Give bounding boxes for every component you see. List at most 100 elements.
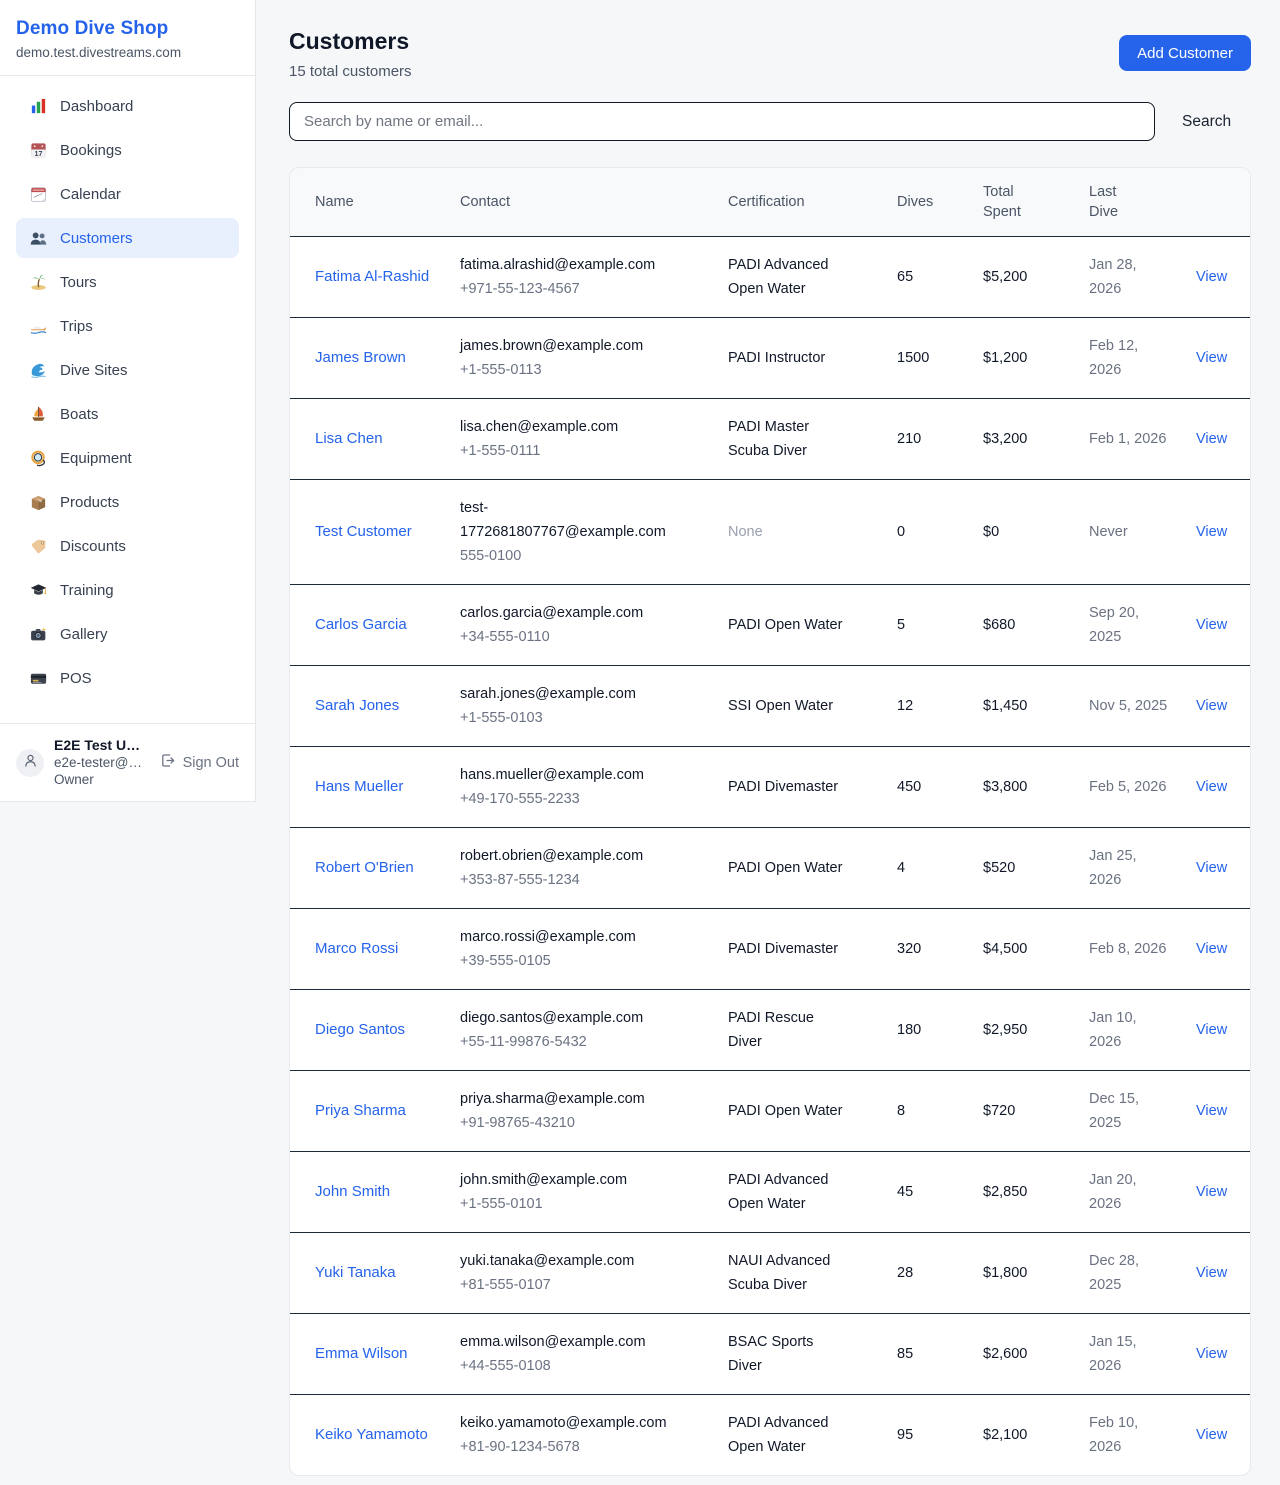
table-header-row: NameContactCertificationDivesTotal Spent…: [290, 168, 1251, 237]
customer-total-spent: $2,950: [971, 990, 1077, 1071]
sidebar-item-pos[interactable]: POS: [16, 658, 239, 698]
customer-phone: +81-90-1234-5678: [460, 1435, 704, 1459]
view-link[interactable]: View: [1196, 779, 1227, 795]
view-link[interactable]: View: [1196, 524, 1227, 540]
view-link[interactable]: View: [1196, 1346, 1227, 1362]
sidebar-item-discounts[interactable]: Discounts: [16, 526, 239, 566]
view-link[interactable]: View: [1196, 1265, 1227, 1281]
sidebar-item-trips[interactable]: Trips: [16, 306, 239, 346]
view-link[interactable]: View: [1196, 1184, 1227, 1200]
table-row: Fatima Al-Rashid fatima.alrashid@example…: [290, 237, 1251, 318]
view-link[interactable]: View: [1196, 1427, 1227, 1443]
view-link[interactable]: View: [1196, 269, 1227, 285]
view-link[interactable]: View: [1196, 1022, 1227, 1038]
customer-certification: BSAC Sports Diver: [728, 1330, 846, 1378]
products-icon: [28, 492, 48, 512]
customer-certification: PADI Instructor: [728, 346, 846, 370]
customer-name-link[interactable]: Sarah Jones: [315, 694, 399, 718]
customer-name-link[interactable]: Priya Sharma: [315, 1099, 406, 1123]
sidebar-item-customers[interactable]: Customers: [16, 218, 239, 258]
customer-name-link[interactable]: Yuki Tanaka: [315, 1261, 396, 1285]
search-input[interactable]: [289, 102, 1155, 141]
customer-certification: PADI Advanced Open Water: [728, 253, 846, 301]
sidebar-item-products[interactable]: Products: [16, 482, 239, 522]
customer-last-dive: Jan 25, 2026: [1089, 844, 1172, 892]
customer-dives: 65: [885, 237, 971, 318]
customer-phone: +55-11-99876-5432: [460, 1030, 704, 1054]
customer-total-spent: $4,500: [971, 909, 1077, 990]
view-link[interactable]: View: [1196, 1103, 1227, 1119]
customer-total-spent: $0: [971, 480, 1077, 585]
bookings-icon: 17: [28, 140, 48, 160]
customer-phone: +1-555-0103: [460, 706, 704, 730]
customer-total-spent: $520: [971, 828, 1077, 909]
customer-name-link[interactable]: Keiko Yamamoto: [315, 1423, 428, 1447]
customer-total-spent: $3,800: [971, 747, 1077, 828]
shop-name: Demo Dive Shop: [16, 18, 239, 40]
customer-phone: +1-555-0101: [460, 1192, 704, 1216]
customer-total-spent: $680: [971, 585, 1077, 666]
customer-name-link[interactable]: Robert O'Brien: [315, 856, 414, 880]
dashboard-icon: [28, 96, 48, 116]
customer-email: hans.mueller@example.com: [460, 763, 672, 787]
customer-name-link[interactable]: Fatima Al-Rashid: [315, 265, 429, 289]
customer-name-link[interactable]: Emma Wilson: [315, 1342, 408, 1366]
customer-phone: +91-98765-43210: [460, 1111, 704, 1135]
customer-name-link[interactable]: John Smith: [315, 1180, 390, 1204]
sidebar-item-calendar[interactable]: Calendar: [16, 174, 239, 214]
sign-out-button[interactable]: Sign Out: [159, 752, 239, 773]
view-link[interactable]: View: [1196, 698, 1227, 714]
customer-last-dive: Jan 28, 2026: [1089, 253, 1172, 301]
customer-last-dive: Feb 1, 2026: [1089, 427, 1172, 451]
sidebar-item-training[interactable]: Training: [16, 570, 239, 610]
search-button[interactable]: Search: [1182, 113, 1231, 131]
person-icon: [22, 752, 39, 774]
customer-name-link[interactable]: Lisa Chen: [315, 427, 383, 451]
table-body: Fatima Al-Rashid fatima.alrashid@example…: [290, 237, 1251, 1476]
add-customer-button[interactable]: Add Customer: [1119, 35, 1251, 71]
main-content: Customers 15 total customers Add Custome…: [256, 0, 1280, 1485]
customer-total-spent: $2,100: [971, 1395, 1077, 1476]
customer-dives: 12: [885, 666, 971, 747]
view-link[interactable]: View: [1196, 617, 1227, 633]
sidebar-item-tours[interactable]: Tours: [16, 262, 239, 302]
sidebar-item-dashboard[interactable]: Dashboard: [16, 86, 239, 126]
table-row: Lisa Chen lisa.chen@example.com +1-555-0…: [290, 399, 1251, 480]
customer-certification: PADI Divemaster: [728, 937, 846, 961]
view-link[interactable]: View: [1196, 860, 1227, 876]
column-header-dives: Dives: [885, 168, 971, 237]
view-link[interactable]: View: [1196, 431, 1227, 447]
customer-name-link[interactable]: James Brown: [315, 346, 406, 370]
customer-certification: SSI Open Water: [728, 694, 846, 718]
customer-phone: +81-555-0107: [460, 1273, 704, 1297]
dive-sites-icon: [28, 360, 48, 380]
customer-name-link[interactable]: Carlos Garcia: [315, 613, 407, 637]
customer-phone: +44-555-0108: [460, 1354, 704, 1378]
column-header-certification: Certification: [716, 168, 885, 237]
sidebar-item-boats[interactable]: Boats: [16, 394, 239, 434]
customer-name-link[interactable]: Hans Mueller: [315, 775, 403, 799]
user-role: Owner: [54, 771, 149, 788]
sidebar-item-bookings[interactable]: 17 Bookings: [16, 130, 239, 170]
customer-dives: 4: [885, 828, 971, 909]
sidebar: Demo Dive Shop demo.test.divestreams.com…: [0, 0, 256, 802]
shop-domain: demo.test.divestreams.com: [16, 45, 239, 60]
column-header-contact: Contact: [448, 168, 716, 237]
sidebar-item-gallery[interactable]: Gallery: [16, 614, 239, 654]
sidebar-item-dive-sites[interactable]: Dive Sites: [16, 350, 239, 390]
view-link[interactable]: View: [1196, 941, 1227, 957]
customer-name-link[interactable]: Diego Santos: [315, 1018, 405, 1042]
customer-last-dive: Sep 20, 2025: [1089, 601, 1172, 649]
sidebar-item-equipment[interactable]: Equipment: [16, 438, 239, 478]
customer-certification: PADI Advanced Open Water: [728, 1168, 846, 1216]
customers-table: NameContactCertificationDivesTotal Spent…: [290, 168, 1251, 1475]
customer-total-spent: $2,850: [971, 1152, 1077, 1233]
customer-name-link[interactable]: Marco Rossi: [315, 937, 398, 961]
view-link[interactable]: View: [1196, 350, 1227, 366]
customer-name-link[interactable]: Test Customer: [315, 520, 412, 544]
customer-phone: +34-555-0110: [460, 625, 704, 649]
discounts-icon: [28, 536, 48, 556]
column-header-name: Name: [290, 168, 448, 237]
customer-last-dive: Jan 10, 2026: [1089, 1006, 1172, 1054]
customer-dives: 210: [885, 399, 971, 480]
